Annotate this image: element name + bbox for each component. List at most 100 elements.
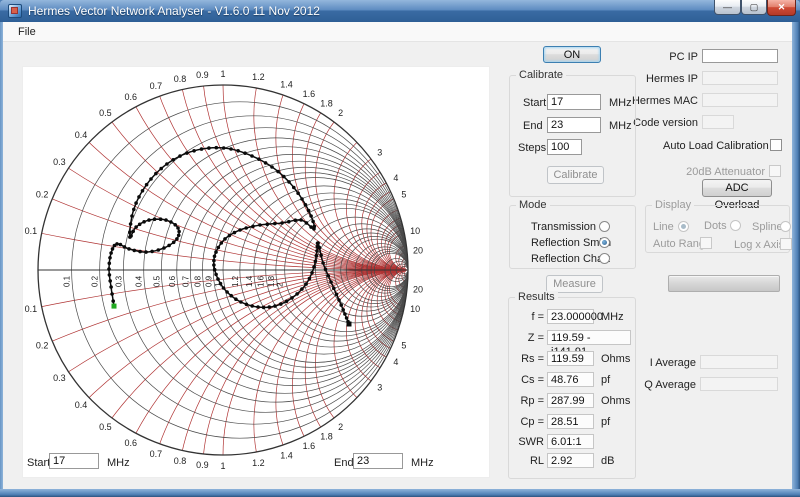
results-row-unit: pf bbox=[601, 374, 610, 386]
svg-text:0.1: 0.1 bbox=[25, 304, 38, 314]
svg-text:1.6: 1.6 bbox=[303, 89, 316, 99]
display-spline-radio bbox=[780, 221, 791, 232]
svg-text:2: 2 bbox=[338, 422, 343, 432]
svg-text:1.2: 1.2 bbox=[252, 458, 265, 468]
svg-text:1.4: 1.4 bbox=[280, 80, 293, 90]
svg-text:0.4: 0.4 bbox=[75, 130, 88, 140]
svg-text:0.7: 0.7 bbox=[150, 81, 163, 91]
pc-ip-input[interactable] bbox=[702, 49, 778, 63]
svg-text:0.3: 0.3 bbox=[53, 373, 66, 383]
sweep-end-label: End bbox=[334, 457, 354, 469]
i-average-label: I Average bbox=[643, 357, 696, 369]
results-row-field[interactable]: 28.51 bbox=[547, 414, 594, 429]
sweep-start-label: Start bbox=[27, 457, 50, 469]
on-button[interactable]: ON bbox=[543, 46, 601, 63]
svg-text:5: 5 bbox=[401, 190, 406, 200]
mode-option-radio[interactable] bbox=[599, 221, 610, 232]
calibrate-group-title: Calibrate bbox=[516, 69, 566, 81]
svg-text:0.5: 0.5 bbox=[152, 275, 161, 287]
svg-text:1.2: 1.2 bbox=[231, 275, 240, 287]
results-row-field[interactable]: 119.59 bbox=[547, 351, 594, 366]
svg-text:0.3: 0.3 bbox=[53, 157, 66, 167]
calibrate-end-input[interactable] bbox=[547, 117, 601, 133]
menu-file[interactable]: File bbox=[11, 22, 43, 42]
results-row-field[interactable]: 119.59 - j141.91 bbox=[547, 330, 631, 345]
maximize-button[interactable]: ▢ bbox=[741, 0, 767, 15]
minimize-button[interactable]: — bbox=[714, 0, 741, 15]
calibrate-steps-input[interactable] bbox=[547, 139, 582, 155]
calibrate-steps-label: Steps bbox=[518, 142, 546, 154]
auto-load-calibration-label: Auto Load Calibration bbox=[663, 140, 766, 152]
results-row-field[interactable]: 48.76 bbox=[547, 372, 594, 387]
svg-text:4: 4 bbox=[393, 173, 398, 183]
results-row-label: Rp = bbox=[511, 395, 544, 407]
smith-chart: 0.10.10.20.20.30.30.40.40.50.50.60.60.70… bbox=[23, 67, 489, 477]
sweep-start-input[interactable] bbox=[49, 453, 99, 469]
svg-text:1.4: 1.4 bbox=[245, 275, 254, 287]
results-row-label: SWR bbox=[511, 436, 544, 448]
results-row-label: Cs = bbox=[511, 374, 544, 386]
svg-text:0.2: 0.2 bbox=[36, 190, 49, 200]
display-dots-label: Dots bbox=[704, 220, 727, 232]
display-group: Display Line Dots Spline Auto Range Log … bbox=[645, 205, 790, 253]
svg-text:0.8: 0.8 bbox=[174, 456, 187, 466]
svg-text:10: 10 bbox=[410, 304, 420, 314]
mode-group-title: Mode bbox=[516, 199, 550, 211]
svg-text:0.9: 0.9 bbox=[196, 460, 209, 470]
svg-text:0.3: 0.3 bbox=[114, 275, 123, 287]
calibrate-start-label: Start bbox=[523, 97, 546, 109]
svg-text:1.8: 1.8 bbox=[320, 99, 333, 109]
results-row-unit: dB bbox=[601, 455, 614, 467]
svg-text:0.6: 0.6 bbox=[125, 92, 138, 102]
results-row-label: Cp = bbox=[511, 416, 544, 428]
mode-option-radio[interactable] bbox=[599, 253, 610, 264]
sweep-end-input[interactable] bbox=[353, 453, 403, 469]
svg-text:1.6: 1.6 bbox=[257, 275, 266, 287]
smith-chart-panel: 0.10.10.20.20.30.30.40.40.50.50.60.60.70… bbox=[22, 66, 490, 478]
results-row-field[interactable]: 6.01:1 bbox=[547, 434, 594, 449]
svg-text:1.8: 1.8 bbox=[267, 275, 276, 287]
hermes-mac-field bbox=[702, 93, 778, 107]
application-window: Hermes Vector Network Analyser - V1.6.0 … bbox=[0, 0, 800, 497]
mode-option-radio[interactable] bbox=[599, 237, 610, 248]
calibrate-end-label: End bbox=[523, 120, 543, 132]
window-title: Hermes Vector Network Analyser - V1.6.0 … bbox=[28, 4, 320, 18]
results-row-label: Rs = bbox=[511, 353, 544, 365]
window-frame-right bbox=[792, 22, 800, 497]
titlebar[interactable]: Hermes Vector Network Analyser - V1.6.0 … bbox=[0, 0, 800, 22]
close-button[interactable]: ✕ bbox=[767, 0, 796, 16]
calibrate-end-unit: MHz bbox=[609, 120, 632, 132]
attenuator-label: 20dB Attenuator bbox=[683, 166, 765, 178]
display-spline-label: Spline bbox=[752, 221, 783, 233]
svg-text:1: 1 bbox=[220, 461, 225, 471]
results-row-field[interactable]: 2.92 bbox=[547, 453, 594, 468]
svg-text:1: 1 bbox=[220, 69, 225, 79]
adc-overload-button[interactable]: ADC Overload bbox=[702, 179, 772, 197]
results-row-field[interactable]: 287.99 bbox=[547, 393, 594, 408]
log-x-axis-label: Log x Axis bbox=[734, 239, 784, 251]
calibrate-start-unit: MHz bbox=[609, 97, 632, 109]
svg-text:0.6: 0.6 bbox=[168, 275, 177, 287]
display-line-label: Line bbox=[653, 221, 674, 233]
svg-text:0.2: 0.2 bbox=[36, 340, 49, 350]
window-frame-bottom bbox=[0, 489, 800, 497]
code-version-field bbox=[702, 115, 734, 129]
svg-text:0.9: 0.9 bbox=[204, 275, 213, 287]
svg-text:0.9: 0.9 bbox=[196, 70, 209, 80]
svg-text:3: 3 bbox=[377, 147, 382, 157]
results-group-title: Results bbox=[515, 291, 558, 303]
results-row-unit: MHz bbox=[601, 311, 624, 323]
svg-text:20: 20 bbox=[413, 285, 423, 295]
app-icon bbox=[8, 4, 22, 18]
calibrate-start-input[interactable] bbox=[547, 94, 601, 110]
svg-text:0.7: 0.7 bbox=[181, 275, 190, 287]
results-row-unit: pf bbox=[601, 416, 610, 428]
auto-load-calibration-checkbox[interactable] bbox=[770, 139, 782, 151]
svg-text:1.6: 1.6 bbox=[303, 441, 316, 451]
display-dots-radio bbox=[730, 220, 741, 231]
mode-group: Mode TransmissionReflection SmithReflect… bbox=[509, 205, 636, 269]
results-row-field[interactable]: 23.000000 bbox=[547, 309, 594, 324]
pc-ip-label: PC IP bbox=[641, 51, 698, 63]
svg-text:0.8: 0.8 bbox=[193, 275, 202, 287]
calibrate-group: Calibrate Start MHz End MHz Steps Calibr… bbox=[509, 75, 636, 197]
